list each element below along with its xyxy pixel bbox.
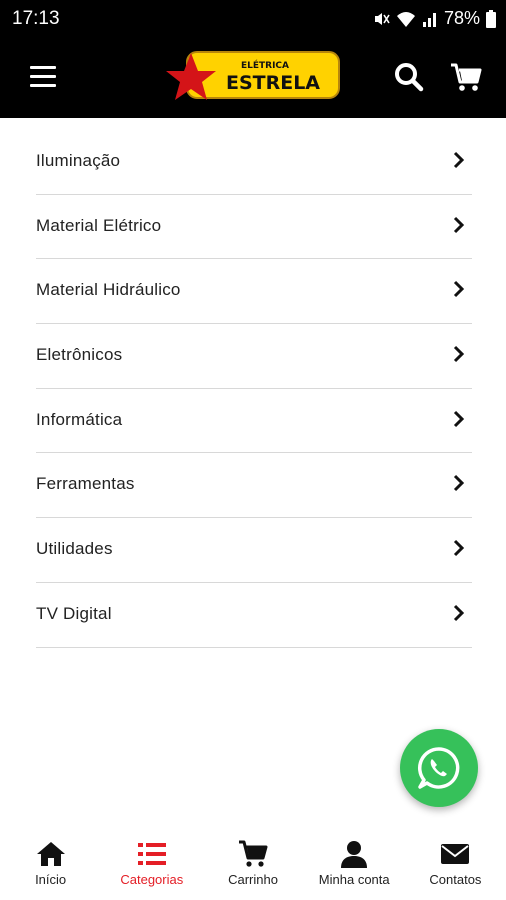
status-icons: 78% [372,8,496,29]
app-header: ELÉTRICA ESTRELA [0,38,506,118]
chevron-right-icon [453,346,465,363]
signal-icon [422,12,436,27]
cart-icon [239,840,268,867]
category-item-iluminacao[interactable]: Iluminação [36,130,472,195]
chevron-right-icon [453,216,465,233]
battery-icon [486,9,496,28]
whatsapp-button[interactable] [400,729,478,807]
nav-label: Início [35,872,67,887]
chevron-right-icon [453,540,465,557]
nav-item-inicio[interactable]: Início [0,830,101,900]
home-icon [36,842,65,866]
status-time: 17:13 [12,8,60,29]
category-list: Iluminação Material Elétrico Material Hi… [36,130,472,648]
category-label: TV Digital [36,603,112,623]
menu-icon-bar [30,75,56,78]
category-label: Material Elétrico [36,215,162,235]
category-label: Informática [36,409,123,429]
mail-icon [441,844,470,864]
search-icon [395,63,424,92]
chevron-right-icon [453,281,465,298]
category-label: Ferramentas [36,474,135,494]
bottom-nav: Início Categorias Carrinho Minha conta C… [0,830,506,900]
nav-item-minha-conta[interactable]: Minha conta [304,830,405,900]
brand-logo[interactable]: ELÉTRICA ESTRELA [165,48,343,104]
menu-icon [30,66,56,69]
category-item-material-eletrico[interactable]: Material Elétrico [36,195,472,260]
list-icon [137,843,166,865]
cart-button[interactable] [450,62,482,92]
chevron-right-icon [453,151,465,169]
category-item-utilidades[interactable]: Utilidades [36,518,472,583]
category-label: Iluminação [36,151,121,170]
menu-button[interactable] [30,66,56,88]
whatsapp-icon [418,747,460,789]
logo-line1: ELÉTRICA [241,59,289,71]
category-item-informatica[interactable]: Informática [36,389,472,454]
category-item-tv-digital[interactable]: TV Digital [36,583,472,648]
cart-icon [451,63,482,91]
nav-item-carrinho[interactable]: Carrinho [202,830,303,900]
logo-line2: ESTRELA [226,72,320,94]
category-item-eletronicos[interactable]: Eletrônicos [36,324,472,389]
status-bar: 17:13 78% [0,0,506,38]
nav-label: Carrinho [228,872,278,887]
category-label: Material Hidráulico [36,280,181,300]
nav-label: Categorias [120,872,184,887]
category-item-material-hidraulico[interactable]: Material Hidráulico [36,259,472,325]
logo-graphic: ELÉTRICA ESTRELA [166,51,340,100]
chevron-right-icon [453,604,465,621]
nav-item-categorias[interactable]: Categorias [101,830,202,900]
nav-label: Contatos [429,872,482,887]
chevron-right-icon [453,410,465,427]
mute-icon [374,12,390,25]
battery-percent: 78% [443,8,480,28]
category-label: Eletrônicos [36,345,123,365]
category-item-ferramentas[interactable]: Ferramentas [36,453,472,519]
category-label: Utilidades [36,539,113,559]
wifi-icon [396,11,415,27]
nav-label: Minha conta [318,872,390,887]
chevron-right-icon [453,475,465,492]
search-button[interactable] [394,62,424,92]
user-icon [341,841,368,868]
nav-item-contatos[interactable]: Contatos [405,830,506,900]
menu-icon-bar [30,84,56,87]
